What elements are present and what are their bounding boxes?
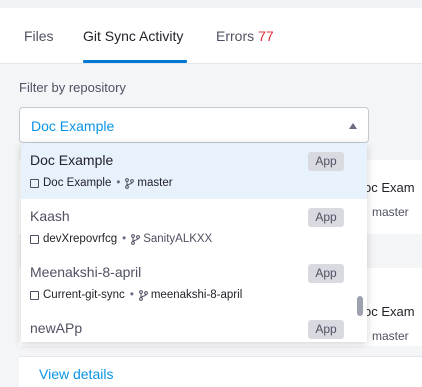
app-badge: App bbox=[308, 320, 344, 339]
option-repo: devXrepovrfcg bbox=[43, 233, 118, 245]
git-branch-icon bbox=[125, 177, 135, 189]
option-repo: Current-git-sync bbox=[43, 289, 125, 301]
repository-icon bbox=[30, 290, 39, 300]
repository-icon bbox=[30, 178, 39, 188]
dropdown-option[interactable]: Meenakshi-8-april App Current-git-sync •… bbox=[21, 255, 367, 311]
repository-icon bbox=[30, 234, 39, 244]
option-meta: devXrepovrfcg • SanityALKXX bbox=[30, 233, 212, 245]
activity-card-branch: master bbox=[372, 329, 409, 343]
header-strip bbox=[0, 0, 422, 8]
caret-up-icon bbox=[349, 123, 357, 129]
app-badge: App bbox=[308, 264, 344, 283]
tab-files[interactable]: Files bbox=[24, 28, 54, 44]
option-branch: meenakshi-8-april bbox=[150, 289, 243, 301]
tab-git-sync-activity[interactable]: Git Sync Activity bbox=[83, 28, 183, 44]
select-value: Doc Example bbox=[31, 118, 115, 134]
option-branch: SanityALKXX bbox=[143, 233, 213, 245]
dropdown-option[interactable]: Doc Example App Doc Example • master bbox=[21, 143, 367, 199]
activity-card-title: oc Exam bbox=[364, 180, 415, 195]
view-details-link[interactable]: View details bbox=[39, 366, 113, 382]
option-name: newAPp bbox=[30, 320, 83, 336]
dropdown-option[interactable]: newAPp App bbox=[21, 311, 367, 342]
option-name: Kaash bbox=[30, 208, 70, 224]
git-branch-icon bbox=[138, 289, 148, 301]
option-repo: Doc Example bbox=[43, 177, 112, 189]
separator-dot: • bbox=[116, 177, 121, 189]
separator-dot: • bbox=[129, 289, 134, 301]
tab-errors[interactable]: Errors 77 bbox=[216, 28, 274, 44]
tabs-bar: Files Git Sync Activity Errors 77 bbox=[0, 0, 422, 64]
app-badge: App bbox=[308, 152, 344, 171]
option-meta: Current-git-sync • meenakshi-8-april bbox=[30, 289, 242, 301]
separator-dot: • bbox=[122, 233, 127, 245]
repository-select[interactable]: Doc Example bbox=[19, 107, 369, 143]
errors-count-badge: 77 bbox=[258, 28, 274, 44]
option-name: Meenakshi-8-april bbox=[30, 264, 142, 280]
option-branch: master bbox=[137, 177, 173, 189]
option-name: Doc Example bbox=[30, 152, 114, 168]
filter-label: Filter by repository bbox=[19, 80, 126, 95]
dropdown-scrollbar[interactable] bbox=[357, 296, 363, 316]
activity-card-branch: master bbox=[372, 205, 409, 219]
option-meta: Doc Example • master bbox=[30, 177, 173, 189]
repository-dropdown[interactable]: Doc Example App Doc Example • master Kaa… bbox=[21, 143, 367, 342]
activity-card-title: oc Exam bbox=[364, 304, 415, 319]
app-badge: App bbox=[308, 208, 344, 227]
tab-errors-label: Errors bbox=[216, 28, 255, 44]
dropdown-option[interactable]: Kaash App devXrepovrfcg • SanityALKXX bbox=[21, 199, 367, 255]
active-tab-indicator bbox=[83, 60, 187, 63]
git-branch-icon bbox=[131, 233, 141, 245]
